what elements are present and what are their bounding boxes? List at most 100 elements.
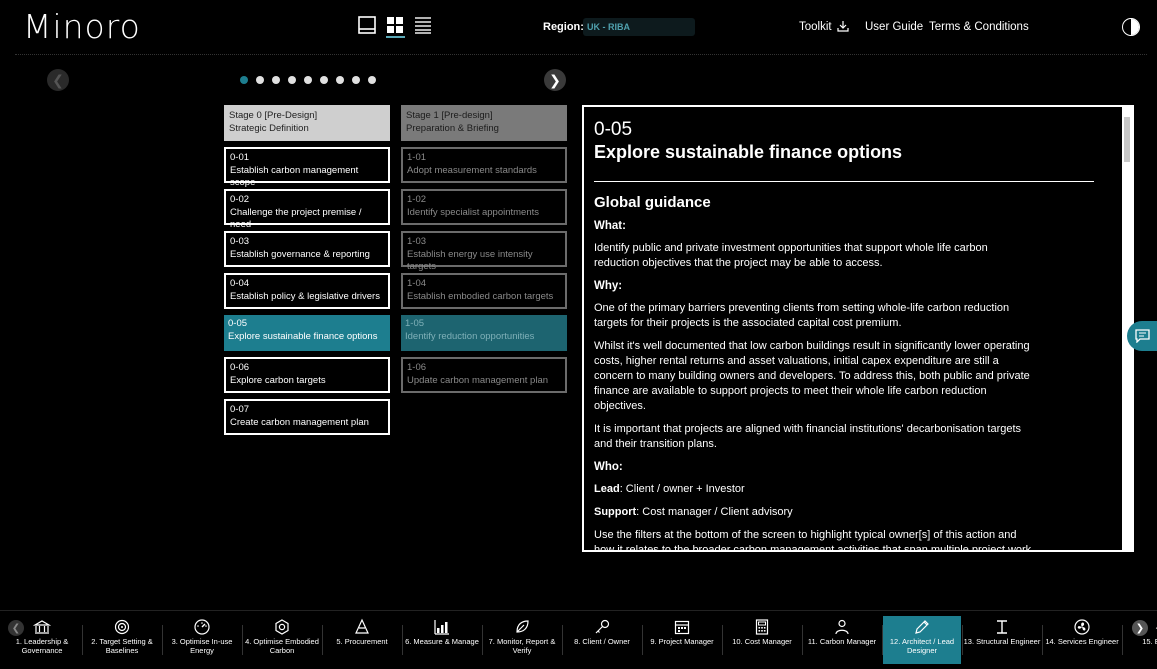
- stage-header-line1: Stage 1 [Pre-design]: [406, 110, 493, 121]
- filter-item-13[interactable]: 13. Structural Engineer: [963, 616, 1041, 664]
- fan-icon: [1074, 619, 1090, 635]
- filter-item-3[interactable]: 3. Optimise In-use Energy: [163, 616, 241, 664]
- filter-item-label: 12. Architect / Lead Designer: [889, 637, 955, 655]
- why-paragraph-3: It is important that projects are aligne…: [594, 423, 1022, 450]
- filter-item-label: 7. Monitor, Report & Verify: [488, 637, 556, 655]
- next-page-button[interactable]: ❯: [544, 69, 566, 91]
- stage-1-card-1-01[interactable]: 1-01 Adopt measurement standards: [401, 147, 567, 183]
- filter-item-10[interactable]: 10. Cost Manager: [723, 616, 801, 664]
- page-dot[interactable]: [352, 76, 360, 84]
- filter-separator: [882, 625, 883, 655]
- stage-0-card-0-05[interactable]: 0-05 Explore sustainable finance options: [224, 315, 390, 351]
- filter-item-label: 8. Client / Owner: [574, 637, 630, 646]
- stage-0-card-0-06[interactable]: 0-06 Explore carbon targets: [224, 357, 390, 393]
- filter-separator: [1122, 625, 1123, 655]
- filter-item-8[interactable]: 8. Client / Owner: [563, 616, 641, 664]
- terms-link[interactable]: Terms & Conditions: [929, 21, 1029, 33]
- card-label: Challenge the project premise / need: [230, 206, 362, 231]
- pencil-icon: [915, 620, 929, 634]
- stage-0-card-0-07[interactable]: 0-07 Create carbon management plan: [224, 399, 390, 435]
- lead-label: Lead: [594, 483, 620, 495]
- filter-item-7[interactable]: 7. Monitor, Report & Verify: [483, 616, 561, 664]
- why-paragraph-2: Whilst it's well documented that low car…: [594, 340, 1030, 412]
- filter-separator: [82, 625, 83, 655]
- filter-item-6[interactable]: 6. Measure & Manage: [403, 616, 481, 664]
- filter-separator: [242, 625, 243, 655]
- feedback-button[interactable]: [1127, 321, 1157, 351]
- stage-0-card-0-04[interactable]: 0-04 Establish policy & legislative drive…: [224, 273, 390, 309]
- page-dot[interactable]: [320, 76, 328, 84]
- stage-0-card-0-03[interactable]: 0-03 Establish governance & reporting: [224, 231, 390, 267]
- card-code: 0-04: [230, 278, 250, 289]
- key-icon: [595, 619, 610, 634]
- contrast-toggle-icon[interactable]: [1122, 18, 1140, 36]
- filter-separator: [322, 625, 323, 655]
- card-label: Establish governance & reporting: [230, 248, 370, 260]
- filter-separator: [962, 625, 963, 655]
- page-dot[interactable]: [304, 76, 312, 84]
- region-select[interactable]: UK - RIBA: [583, 18, 695, 36]
- toolkit-link[interactable]: Toolkit: [799, 21, 832, 33]
- page-dot[interactable]: [272, 76, 280, 84]
- card-code: 1-02: [407, 194, 427, 205]
- card-code: 0-02: [230, 194, 250, 205]
- hexagon-icon: [275, 619, 289, 635]
- detail-panel[interactable]: 0-05 Explore sustainable finance options…: [582, 105, 1134, 552]
- page-dot[interactable]: [336, 76, 344, 84]
- single-view-icon[interactable]: [358, 16, 376, 34]
- user-guide-link[interactable]: User Guide: [865, 21, 923, 33]
- stage-1-card-1-06[interactable]: 1-06 Update carbon management plan: [401, 357, 567, 393]
- filter-item-label: 5. Procurement: [336, 637, 388, 646]
- page-dot[interactable]: [240, 76, 248, 84]
- filter-item-5[interactable]: 5. Procurement: [323, 616, 401, 664]
- stage-1-card-1-05[interactable]: 1-05 Identify reduction opportunities: [401, 315, 567, 351]
- filter-item-4[interactable]: 4. Optimise Embodied Carbon: [243, 616, 321, 664]
- stage-0-card-0-01[interactable]: 0-01 Establish carbon management scope: [224, 147, 390, 188]
- filter-item-label: 11. Carbon Manager: [807, 637, 877, 646]
- prev-page-button[interactable]: ❮: [47, 69, 69, 91]
- filter-separator: [562, 625, 563, 655]
- stage-header-line2: Preparation & Briefing: [406, 122, 499, 134]
- filter-separator: [482, 625, 483, 655]
- filter-separator: [162, 625, 163, 655]
- stage-1-card-1-04[interactable]: 1-04 Establish embodied carbon targets: [401, 273, 567, 309]
- filter-separator: [722, 625, 723, 655]
- support-text: : Cost manager / Client advisory: [636, 506, 793, 518]
- beam-icon: [997, 620, 1007, 634]
- selected-view-indicator: [386, 36, 405, 38]
- filter-item-11[interactable]: 11. Carbon Manager: [803, 616, 881, 664]
- bottom-next-button[interactable]: ❯: [1132, 620, 1148, 636]
- card-label: Identify reduction opportunities: [405, 330, 535, 342]
- page-dot[interactable]: [368, 76, 376, 84]
- list-view-icon[interactable]: [414, 16, 432, 34]
- gauge-icon: [194, 619, 210, 635]
- page-dot[interactable]: [288, 76, 296, 84]
- app-logo[interactable]: Minoro: [23, 7, 141, 46]
- card-label: Identify specialist appointments: [407, 206, 540, 218]
- filter-item-label: 9. Project Manager: [650, 637, 714, 646]
- download-icon[interactable]: [837, 20, 849, 32]
- header: Minoro Region: UK - RIBA Toolkit User Gu…: [0, 0, 1157, 55]
- filter-item-label: 6. Measure & Manage: [405, 637, 479, 646]
- filter-item-9[interactable]: 9. Project Manager: [643, 616, 721, 664]
- grid-view-icon[interactable]: [386, 16, 404, 34]
- filter-item-2[interactable]: 2. Target Setting & Baselines: [83, 616, 161, 664]
- section-heading: Global guidance: [594, 194, 711, 211]
- bottom-prev-button[interactable]: ❮: [8, 620, 24, 636]
- filter-item-12[interactable]: 12. Architect / Lead Designer: [883, 616, 961, 664]
- stage-header-line1: Stage 0 [Pre-Design]: [229, 110, 318, 121]
- detail-divider: [594, 181, 1094, 182]
- detail-code: 0-05: [594, 119, 633, 140]
- card-code: 1-04: [407, 278, 427, 289]
- filter-item-14[interactable]: 14. Services Engineer: [1043, 616, 1121, 664]
- page-dot[interactable]: [256, 76, 264, 84]
- card-code: 0-03: [230, 236, 250, 247]
- card-label: Adopt measurement standards: [407, 164, 537, 176]
- chart-icon: [434, 620, 449, 635]
- filter-item-label: 10. Cost Manager: [732, 637, 792, 646]
- stage-0-card-0-02[interactable]: 0-02 Challenge the project premise / need: [224, 189, 390, 230]
- stage-1-card-1-02[interactable]: 1-02 Identify specialist appointments: [401, 189, 567, 225]
- card-code: 1-01: [407, 152, 427, 163]
- stage-1-card-1-03[interactable]: 1-03 Establish energy use intensity targe…: [401, 231, 567, 272]
- filter-item-label: 3. Optimise In-use Energy: [171, 637, 233, 655]
